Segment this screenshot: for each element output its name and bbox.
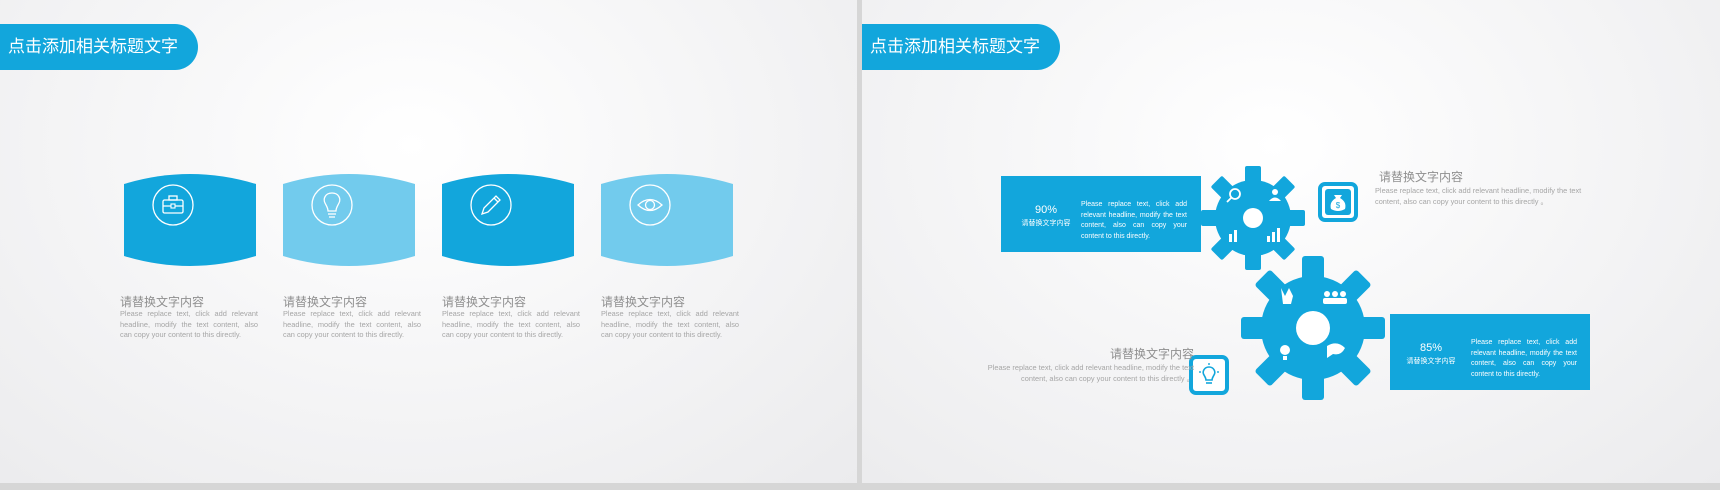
side-heading-1: 请替换文字内容	[1379, 170, 1464, 184]
slide-left: 点击添加相关标题文字 请替换文字内容 Please replace text, …	[0, 0, 857, 483]
item-body: Please replace text, click add relevant …	[442, 309, 580, 340]
svg-text:$: $	[1336, 201, 1341, 210]
gear-bottom	[1241, 256, 1385, 400]
gear-top	[1201, 166, 1305, 270]
eye-icon	[628, 183, 672, 227]
percent-box-2: 85% 请替换文字内容 Please replace text, click a…	[1390, 314, 1590, 390]
percent-text: Please replace text, click add relevant …	[1471, 339, 1577, 378]
drum-card-3	[442, 170, 574, 270]
drum-card-2	[283, 170, 415, 270]
slide-title[interactable]: 点击添加相关标题文字	[0, 24, 198, 70]
briefcase-icon	[151, 183, 195, 227]
item-heading: 请替换文字内容	[442, 295, 527, 309]
side-text-2: Please replace text, click add relevant …	[987, 363, 1194, 383]
item-body: Please replace text, click add relevant …	[601, 309, 739, 340]
lightbulb-icon	[310, 183, 354, 227]
side-heading-2: 请替换文字内容	[1109, 347, 1194, 361]
money-bag-icon: $	[1318, 182, 1358, 222]
slide-title[interactable]: 点击添加相关标题文字	[862, 24, 1060, 70]
percent-text: Please replace text, click add relevant …	[1081, 201, 1187, 240]
item-heading: 请替换文字内容	[120, 295, 205, 309]
drum-card-4	[601, 170, 733, 270]
item-heading: 请替换文字内容	[601, 295, 686, 309]
percent-label: 请替换文字内容	[1406, 358, 1456, 365]
item-heading: 请替换文字内容	[283, 295, 368, 309]
slide-right: 点击添加相关标题文字 90% 请替换文字内容 Please replace te…	[862, 0, 1720, 483]
percent-label: 请替换文字内容	[1021, 220, 1071, 227]
item-body: Please replace text, click add relevant …	[283, 309, 421, 340]
percent-box-1: 90% 请替换文字内容 Please replace text, click a…	[1001, 176, 1201, 252]
lightbulb-icon	[1189, 355, 1229, 395]
pencil-icon	[469, 183, 513, 227]
side-text-1: Please replace text, click add relevant …	[1375, 186, 1582, 206]
percent-value: 90%	[1034, 204, 1058, 216]
drum-card-1	[124, 170, 256, 270]
item-body: Please replace text, click add relevant …	[120, 309, 258, 340]
percent-value: 85%	[1419, 342, 1443, 354]
